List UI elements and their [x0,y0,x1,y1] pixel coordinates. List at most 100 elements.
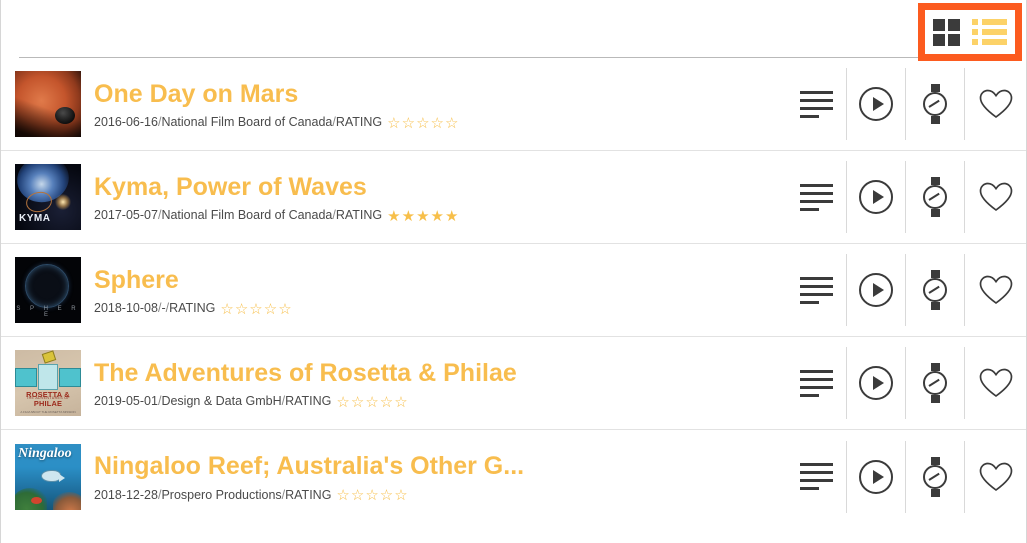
star-1[interactable]: ★ [387,209,400,224]
star-4[interactable]: ☆ [264,302,277,317]
rating-stars[interactable]: ☆ ☆ ☆ ☆ ☆ [387,116,458,131]
item-title[interactable]: Kyma, Power of Waves [94,174,777,201]
details-button[interactable] [787,441,846,513]
star-2[interactable]: ☆ [351,395,364,410]
rating-stars[interactable]: ☆ ☆ ☆ ☆ ☆ [220,302,291,317]
list-bar [982,29,1007,35]
star-3[interactable]: ☆ [365,488,378,503]
list-view-icon[interactable] [972,19,1007,45]
play-button[interactable] [846,68,905,140]
line [800,463,833,466]
line [800,300,820,304]
watch-later-button[interactable] [905,254,964,326]
line [800,471,833,474]
play-button[interactable] [846,347,905,419]
list-item-5[interactable]: Ningaloo Ningaloo Reef; Australia's Othe… [1,430,1026,523]
star-4[interactable]: ★ [431,209,444,224]
watch-later-button[interactable] [905,161,964,233]
star-4[interactable]: ☆ [380,395,393,410]
grid-cell [948,33,960,46]
thumbnail-art-rosetta: THE ADVENTURES OF ROSETTA & PHILAE A FILM … [15,350,81,416]
star-2[interactable]: ★ [402,209,415,224]
details-button[interactable] [787,254,846,326]
star-4[interactable]: ☆ [380,488,393,503]
star-1[interactable]: ☆ [220,302,233,317]
play-button[interactable] [846,440,905,513]
favorite-button[interactable] [964,254,1026,326]
thumbnail-art-ningaloo: Ningaloo [15,443,81,510]
watch-band-bottom [930,488,940,497]
list-bar [982,39,1007,45]
star-4[interactable]: ☆ [431,116,444,131]
thumbnail-label: KYMA [19,213,51,224]
play-icon [859,459,893,494]
list-icon-row [972,19,1007,25]
thumbnail[interactable]: S P H E R E [15,257,81,323]
rating-stars[interactable]: ☆ ☆ ☆ ☆ ☆ [336,395,407,410]
watch-band-top [930,363,940,371]
view-toggle-group [925,10,1015,54]
star-1[interactable]: ☆ [387,116,400,131]
star-2[interactable]: ☆ [351,488,364,503]
rating-label: RATING [169,301,216,315]
rating-stars[interactable]: ☆ ☆ ☆ ☆ ☆ [336,488,407,503]
star-3[interactable]: ☆ [365,395,378,410]
thumbnail[interactable]: THE ADVENTURES OF ROSETTA & PHILAE A FILM … [15,350,81,416]
list-item-3[interactable]: S P H E R E Sphere 2018-10-08 / - / RATI… [1,244,1026,337]
star-3[interactable]: ★ [416,209,429,224]
list-item-2[interactable]: KYMA Kyma, Power of Waves 2017-05-07 / N… [1,151,1026,244]
thumbnail[interactable]: KYMA [15,164,81,230]
list-item-1[interactable]: One Day on Mars 2016-06-16 / National Fi… [1,58,1026,151]
mars-shadow [15,71,81,137]
solar-panel-left [15,368,37,387]
watch-face [923,92,947,116]
star-5[interactable]: ☆ [394,488,407,503]
watch-later-button[interactable] [905,347,964,419]
thumbnail-label-sub: A FILM ABOUT THE ROSETTA MISSION [20,410,76,414]
star-5[interactable]: ☆ [445,116,458,131]
favorite-button[interactable] [964,68,1026,140]
thumbnail[interactable] [15,71,81,137]
list-bullet [972,29,978,35]
star-5[interactable]: ☆ [394,395,407,410]
favorite-button[interactable] [964,440,1026,513]
watch-band-bottom [930,209,940,217]
spacecraft-body [38,364,58,390]
star-2[interactable]: ☆ [235,302,248,317]
watch-later-button[interactable] [905,68,964,140]
star-1[interactable]: ☆ [336,488,349,503]
item-title[interactable]: The Adventures of Rosetta & Philae [94,360,777,387]
star-3[interactable]: ☆ [249,302,262,317]
details-button[interactable] [787,347,846,419]
rating-label: RATING [285,394,332,408]
item-title[interactable]: Ningaloo Reef; Australia's Other G... [94,453,777,480]
watch-later-button[interactable] [905,440,964,513]
favorite-button[interactable] [964,347,1026,419]
rating-stars[interactable]: ★ ★ ★ ★ ★ [387,209,458,224]
item-producer: Prospero Productions [161,487,282,502]
play-button[interactable] [846,254,905,326]
play-button[interactable] [846,161,905,233]
item-title[interactable]: One Day on Mars [94,81,777,108]
star-3[interactable]: ☆ [416,116,429,131]
thumbnail[interactable]: Ningaloo [15,443,81,510]
details-button[interactable] [787,161,846,233]
item-info: One Day on Mars 2016-06-16 / National Fi… [81,81,787,131]
list-item-4[interactable]: THE ADVENTURES OF ROSETTA & PHILAE A FILM … [1,337,1026,430]
star-1[interactable]: ☆ [336,395,349,410]
star-5[interactable]: ★ [445,209,458,224]
watch-band-bottom [930,395,940,403]
item-date: 2018-12-28 [94,487,158,502]
favorite-button[interactable] [964,161,1026,233]
details-button[interactable] [787,68,846,140]
star-5[interactable]: ☆ [278,302,291,317]
watch-hand [928,378,940,387]
grid-cell [948,18,960,31]
item-title[interactable]: Sphere [94,267,777,294]
thumbnail-label: Ningaloo [18,445,72,461]
watch-hand [928,192,940,201]
grid-view-icon[interactable] [933,18,960,46]
list-bar [982,19,1007,25]
item-actions [787,254,1026,326]
star-2[interactable]: ☆ [402,116,415,131]
